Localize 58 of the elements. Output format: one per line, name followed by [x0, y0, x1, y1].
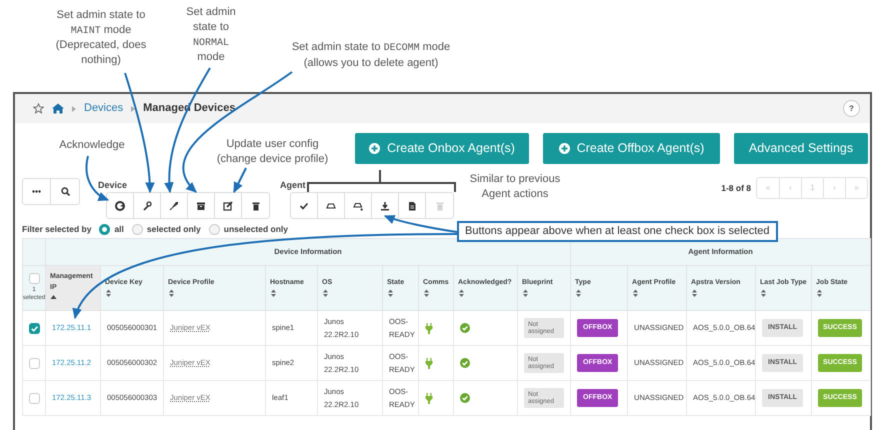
acknowledge-icon [115, 200, 125, 210]
sort-icon[interactable] [458, 288, 465, 298]
filter-radio[interactable]: selected only [132, 222, 201, 236]
plug-icon [425, 392, 433, 404]
sort-icon[interactable] [423, 288, 430, 298]
search-icon [60, 187, 70, 196]
breadcrumb-link[interactable]: Devices [84, 100, 124, 117]
plug-icon [425, 322, 433, 334]
row-checkbox[interactable] [28, 358, 40, 369]
sort-icon[interactable] [522, 288, 529, 298]
help-button[interactable]: ? [843, 100, 860, 117]
row-checkbox[interactable] [28, 322, 40, 334]
callout-text: Update user config (change device profile) [216, 137, 330, 167]
callout-text: Set admin state to DECOMM mode (allows you to delete agent) [290, 40, 452, 70]
sort-icon[interactable] [105, 288, 112, 298]
callout-box: Buttons appear above when at least one check box is selected [457, 221, 778, 242]
check-circle-icon [460, 358, 470, 368]
plus-icon [369, 143, 380, 154]
sort-icon[interactable] [632, 288, 640, 298]
callout-text: Set admin state to MAINT mode (Deprecated, does nothing) [54, 8, 148, 68]
sort-icon[interactable] [322, 288, 329, 298]
row-checkbox[interactable] [28, 392, 40, 404]
edit-icon [223, 200, 233, 210]
file-icon [407, 200, 417, 210]
drive-icon [326, 200, 336, 210]
page-range: 1-8 of 8 [721, 182, 751, 194]
callout-text: Similar to previous Agent actions [468, 172, 562, 202]
drive-plus-icon [353, 200, 363, 210]
more-icon [32, 190, 41, 193]
chevron-icon [72, 106, 76, 112]
select-all-checkbox[interactable] [28, 273, 40, 284]
filter-radio[interactable]: unselected only [208, 222, 288, 236]
callout-text: Set admin state to NORMAL mode [185, 5, 237, 66]
toolbar-label: Device [98, 179, 128, 192]
wrench-icon [142, 200, 152, 210]
sort-icon[interactable] [387, 288, 394, 298]
sort-icon[interactable] [816, 288, 824, 298]
check-circle-icon [460, 323, 470, 333]
trash-icon [434, 200, 444, 210]
chevron-icon [131, 106, 136, 112]
callout-text: Acknowledge [58, 138, 126, 153]
star-icon[interactable] [33, 103, 44, 114]
sort-icon[interactable] [270, 288, 277, 298]
plug-icon [425, 358, 433, 368]
plus-icon [558, 143, 570, 154]
sort-icon[interactable] [760, 288, 768, 298]
check-icon [299, 200, 309, 210]
check-circle-icon [460, 393, 470, 403]
sort-icon[interactable] [575, 288, 582, 298]
archive-box-icon [196, 200, 206, 210]
download-icon [380, 200, 390, 210]
home-icon[interactable] [52, 103, 64, 114]
toolbar-label: Agent [280, 179, 306, 192]
sort-icon[interactable] [691, 288, 698, 298]
trash-icon [250, 200, 260, 210]
sort-icon[interactable] [168, 288, 175, 298]
filter-label: Filter selected by [22, 222, 92, 236]
filter-radio[interactable]: all [99, 222, 124, 236]
